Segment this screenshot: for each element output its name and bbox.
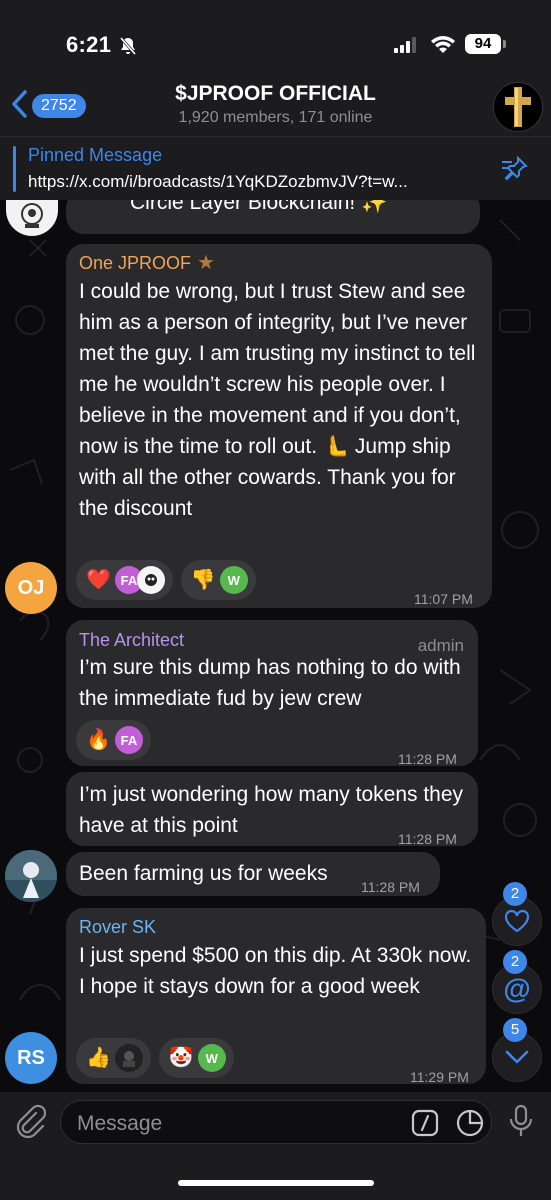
pin-list-icon[interactable] <box>500 155 532 187</box>
chat-subtitle: 1,920 members, 171 online <box>178 109 373 126</box>
message-time: 11:07 PM <box>414 591 473 607</box>
message-placeholder: Message <box>77 1112 163 1135</box>
sender-avatar[interactable]: OJ <box>5 562 57 614</box>
clown-icon: 🤡 <box>168 1047 194 1069</box>
message-text: I’m sure this dump has nothing to do wit… <box>79 656 461 710</box>
home-indicator <box>178 1180 374 1186</box>
bell-off-icon <box>118 36 138 61</box>
unread-count: 5 <box>503 1018 527 1042</box>
reactor-avatar: W <box>197 1044 226 1072</box>
chat-header: 2752 $JPROOF OFFICIAL 1,920 members, 171… <box>0 80 551 136</box>
reactor-avatar-image <box>114 1044 143 1072</box>
sender-avatar-image[interactable] <box>5 850 57 902</box>
crest-icon <box>21 203 43 228</box>
reaction-clown[interactable]: 🤡 W <box>158 1038 234 1078</box>
reactor-avatar-image <box>136 566 165 594</box>
message-bubble[interactable]: I’m just wondering how many tokens they … <box>66 772 478 847</box>
reactions-row: 🔥 FA <box>76 720 151 760</box>
message-bubble[interactable]: One JPROOF ★ I could be wrong, but I tru… <box>66 244 492 608</box>
message-time: 11:29 PM <box>410 1069 469 1085</box>
sender-name[interactable]: The Architect <box>79 629 184 651</box>
pinned-text: https://x.com/i/broadcasts/1YqKDZozbmvJV… <box>28 172 408 191</box>
reactor-avatar: W <box>219 566 248 594</box>
heart-icon: ❤️ <box>86 569 111 591</box>
chat-area[interactable]: Circle Layer Blockchain! ✨ One JPROOF ★ … <box>0 200 551 1092</box>
message-input[interactable]: Message <box>60 1100 492 1144</box>
reactor-avatar: FA <box>114 726 143 754</box>
message-text: I just spend $500 on this dip. At 330k n… <box>79 944 472 998</box>
message-bubble[interactable]: Rover SK I just spend $500 on this dip. … <box>66 908 486 1085</box>
message-text: Been farming us for weeks <box>79 862 328 885</box>
battery-indicator: 94 <box>465 34 501 54</box>
message-bubble[interactable]: The Architect admin I’m sure this dump h… <box>66 620 478 767</box>
mentions-count: 2 <box>503 950 527 974</box>
cross-icon <box>505 87 531 127</box>
pinned-message-bar[interactable]: Pinned Message https://x.com/i/broadcast… <box>0 136 551 200</box>
message-time: 11:28 PM <box>398 831 457 847</box>
reaction-heart[interactable]: ❤️ FA <box>76 560 173 600</box>
message-input-bar: Message <box>0 1092 551 1200</box>
at-sign-icon: @ <box>503 973 531 1004</box>
thumbs-down-icon: 👎 <box>190 569 216 591</box>
sender-name[interactable]: Rover SK <box>79 916 156 938</box>
message-text: Circle Layer Blockchain! ✨ <box>130 200 388 214</box>
paperclip-icon[interactable] <box>14 1104 47 1143</box>
reaction-thumbs-up[interactable]: 👍 <box>76 1038 151 1078</box>
sender-avatar[interactable]: RS <box>5 1032 57 1084</box>
reaction-thumbs-down[interactable]: 👎 W <box>180 560 256 600</box>
chevron-down-icon <box>505 1050 529 1064</box>
pinned-indicator <box>13 146 16 192</box>
thumbs-up-icon: 👍 <box>86 1047 111 1069</box>
chat-title[interactable]: $JPROOF OFFICIAL <box>0 82 551 106</box>
message-bubble[interactable]: Been farming us for weeks 11:28 PM <box>66 852 440 896</box>
message-text: I could be wrong, but I trust Stew and s… <box>79 280 476 520</box>
profile-photo-icon <box>5 850 57 902</box>
star-icon: ★ <box>197 252 215 274</box>
fire-icon: 🔥 <box>86 729 111 751</box>
wifi-icon <box>430 34 456 59</box>
cellular-signal-icon <box>394 37 420 58</box>
channel-avatar[interactable] <box>493 82 543 132</box>
reactions-row: ❤️ FA 👎 W <box>76 560 256 600</box>
reactions-row: 👍 🤡 W <box>76 1038 234 1078</box>
status-bar: 6:21 94 <box>0 0 551 80</box>
reactions-count: 2 <box>503 882 527 906</box>
message-time: 11:28 PM <box>398 751 457 767</box>
battery-tip <box>503 40 506 48</box>
reaction-fire[interactable]: 🔥 FA <box>76 720 151 760</box>
status-time: 6:21 <box>66 32 112 57</box>
microphone-icon[interactable] <box>508 1104 534 1143</box>
sender-name[interactable]: One JPROOF <box>79 252 191 274</box>
sticker-icon[interactable] <box>456 1109 484 1142</box>
pinned-title: Pinned Message <box>28 145 163 165</box>
message-bubble[interactable]: Circle Layer Blockchain! ✨ <box>66 200 480 234</box>
message-time: 11:28 PM <box>361 879 420 895</box>
bot-commands-icon[interactable] <box>411 1109 439 1142</box>
heart-outline-icon <box>504 909 530 933</box>
